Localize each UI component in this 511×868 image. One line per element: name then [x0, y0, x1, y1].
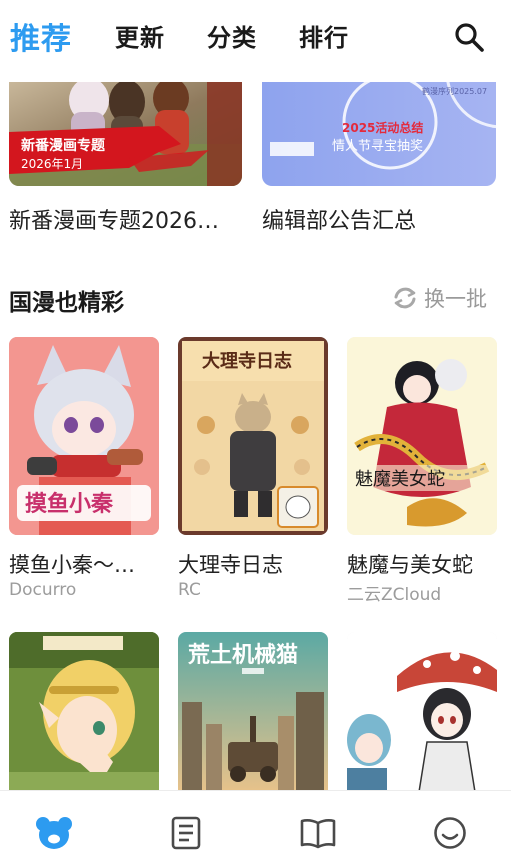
tab-update[interactable]: 更新 — [115, 18, 165, 53]
comic-cover — [9, 632, 159, 792]
comic-author: 二云ZCloud — [347, 585, 442, 605]
bear-icon — [36, 817, 72, 849]
banner-new-manga-overlay-title: 新番漫画专题 — [21, 137, 106, 154]
comic-cover — [347, 632, 497, 792]
comic-card[interactable]: 荒土机械猫 — [178, 632, 328, 792]
nav-profile-button[interactable] — [430, 815, 470, 851]
open-book-icon — [300, 819, 336, 849]
comic-cover: 魅魔美女蛇 — [347, 337, 497, 535]
nav-list-button[interactable] — [166, 815, 206, 851]
search-button[interactable] — [452, 20, 488, 56]
comic-card[interactable]: 大理寺日志 大理寺日志 RC — [178, 337, 328, 600]
tab-category[interactable]: 分类 — [207, 18, 257, 53]
banner-new-manga[interactable]: 新番漫画专题 2026年1月 — [9, 82, 242, 186]
search-icon — [455, 23, 484, 52]
refresh-label: 换一批 — [424, 287, 487, 311]
tab-ranking[interactable]: 排行 — [299, 18, 349, 53]
comic-author: RC — [178, 580, 201, 600]
comic-title: 大理寺日志 — [178, 553, 283, 577]
comic-cover-text: 摸鱼小秦 — [25, 491, 114, 517]
smiley-icon — [434, 817, 466, 849]
section-title: 国漫也精彩 — [9, 290, 124, 316]
comic-card[interactable] — [347, 632, 497, 792]
comic-cover-text: 大理寺日志 — [202, 350, 292, 372]
banner-new-manga-title[interactable]: 新番漫画专题2026… — [9, 203, 219, 235]
comic-cover-text: 魅魔美女蛇 — [355, 469, 445, 490]
comic-title: 摸鱼小秦～… — [9, 553, 135, 577]
banner-editorial-overlay-title: 2025活动总结 — [342, 120, 423, 135]
comic-author: Docurro — [9, 580, 77, 600]
comic-cover: 荒土机械猫 — [178, 632, 328, 792]
refresh-icon — [394, 287, 416, 309]
banner-editorial-title[interactable]: 编辑部公告汇总 — [262, 203, 416, 235]
comic-card[interactable] — [9, 632, 159, 792]
comic-card[interactable]: 魅魔美女蛇 魅魔与美女蛇 二云ZCloud — [347, 337, 497, 605]
comic-title: 魅魔与美女蛇 — [347, 553, 473, 577]
top-tab-bar: 推荐 更新 分类 排行 — [0, 0, 511, 76]
comic-cover: 大理寺日志 — [178, 337, 328, 535]
comic-cover-text: 荒土机械猫 — [188, 643, 298, 668]
banner-new-manga-overlay-date: 2026年1月 — [21, 157, 83, 171]
banner-new-manga-image: 新番漫画专题 2026年1月 — [9, 82, 242, 186]
bottom-navigation — [0, 790, 511, 868]
tab-recommend[interactable]: 推荐 — [10, 14, 72, 58]
banner-editorial-small-text: 鹤漫序列2025.07 — [422, 86, 487, 96]
banner-editorial-overlay-subtitle: 情人节寻宝抽奖 — [332, 139, 423, 154]
banner-editorial-image: 鹤漫序列2025.07 2025活动总结 情人节寻宝抽奖 — [262, 82, 496, 186]
comic-cover: 摸鱼小秦 — [9, 337, 159, 535]
banner-editorial[interactable]: 鹤漫序列2025.07 2025活动总结 情人节寻宝抽奖 — [262, 82, 496, 186]
document-list-icon — [171, 816, 201, 850]
refresh-button[interactable]: 换一批 — [392, 284, 487, 312]
nav-home-button[interactable] — [34, 815, 74, 851]
nav-bookshelf-button[interactable] — [298, 815, 338, 851]
comic-card[interactable]: 摸鱼小秦 摸鱼小秦～… Docurro — [9, 337, 159, 600]
